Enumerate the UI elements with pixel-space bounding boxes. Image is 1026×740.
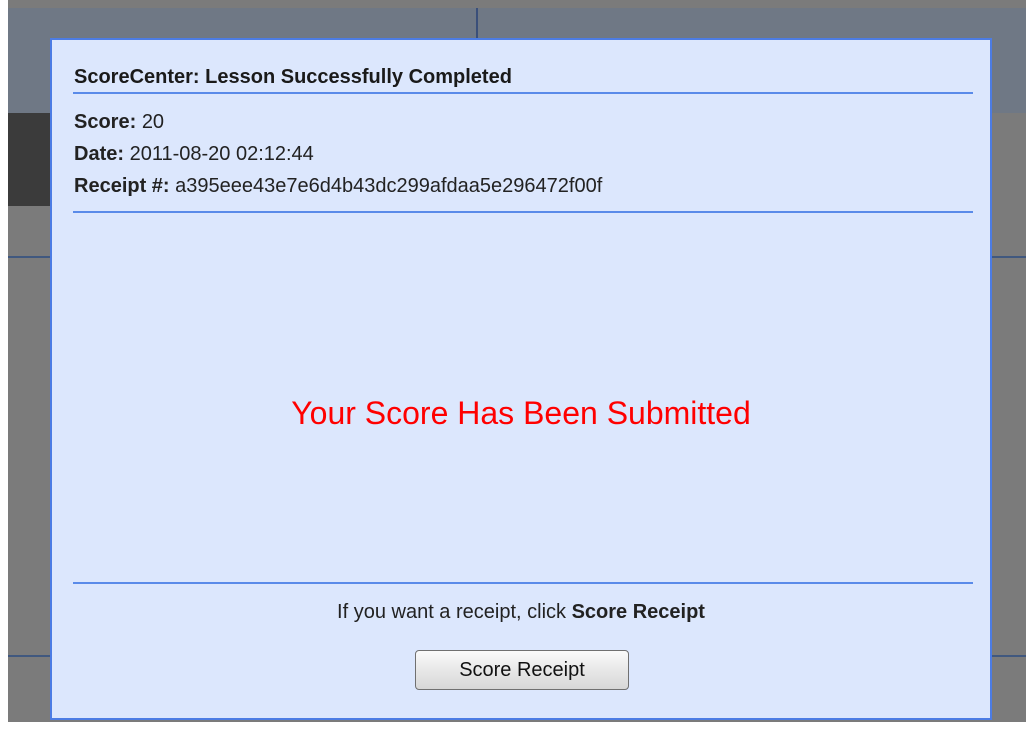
background-header-divider (476, 8, 478, 41)
footer-divider (73, 582, 973, 584)
title-divider (73, 92, 973, 94)
status-message: Your Score Has Been Submitted (291, 395, 751, 431)
receipt-row: Receipt #: a395eee43e7e6d4b43dc299afdaa5… (74, 175, 602, 197)
info-divider (73, 211, 973, 213)
receipt-prompt-text: If you want a receipt, click (337, 601, 567, 623)
dialog-title: ScoreCenter: Lesson Successfully Complet… (74, 66, 512, 88)
receipt-prompt: If you want a receipt, click Score Recei… (52, 601, 990, 624)
date-value: 2011-08-20 02:12:44 (129, 143, 314, 165)
score-center-dialog: ScoreCenter: Lesson Successfully Complet… (50, 38, 992, 720)
receipt-label: Receipt #: (74, 175, 170, 197)
score-receipt-button[interactable]: Score Receipt (415, 650, 629, 690)
background-page-edge (0, 0, 8, 740)
receipt-prompt-emphasis: Score Receipt (571, 601, 705, 623)
receipt-value: a395eee43e7e6d4b43dc299afdaa5e296472f00f (175, 175, 603, 197)
score-row: Score: 20 (74, 111, 164, 133)
date-label: Date: (74, 143, 125, 165)
score-label: Score: (74, 111, 137, 133)
date-row: Date: 2011-08-20 02:12:44 (74, 143, 314, 165)
score-value: 20 (141, 111, 165, 133)
background-page-bottom (0, 722, 1026, 740)
